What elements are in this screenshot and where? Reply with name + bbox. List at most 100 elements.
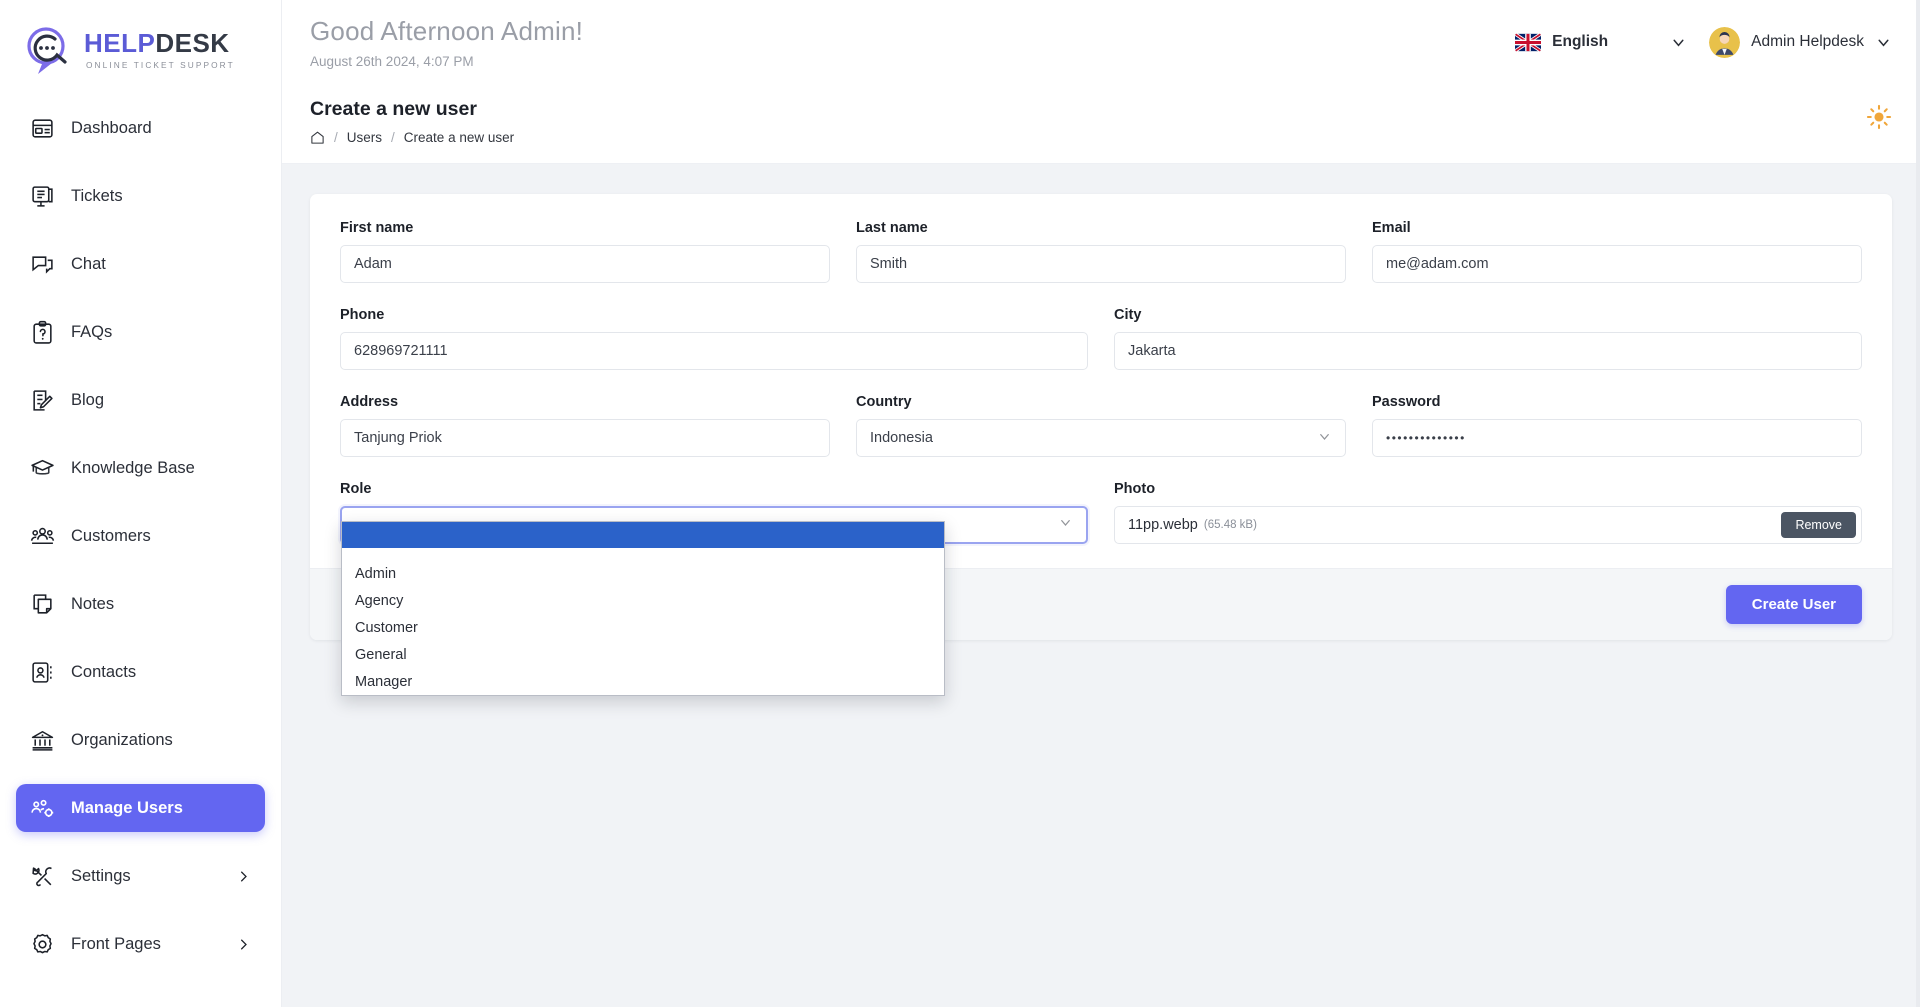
role-menu-spacer bbox=[342, 548, 944, 560]
field-country: Country Indonesia bbox=[856, 394, 1346, 457]
first-name-input[interactable] bbox=[340, 245, 830, 283]
create-user-button[interactable]: Create User bbox=[1725, 585, 1862, 624]
sidebar-item-label: Knowledge Base bbox=[71, 458, 195, 477]
sidebar-item-faqs[interactable]: FAQs bbox=[16, 308, 265, 356]
page-scrollbar[interactable] bbox=[1916, 0, 1920, 1007]
sidebar-item-manage-users[interactable]: Manage Users bbox=[16, 784, 265, 832]
role-option-admin[interactable]: Admin bbox=[342, 560, 944, 587]
theme-toggle-sun-icon[interactable] bbox=[1866, 98, 1892, 130]
users-cog-icon bbox=[30, 796, 55, 821]
role-option-general[interactable]: General bbox=[342, 641, 944, 668]
role-options-dropdown[interactable]: Admin Agency Customer General Manager bbox=[341, 521, 945, 696]
note-pencil-icon bbox=[30, 388, 55, 413]
sidebar-item-blog[interactable]: Blog bbox=[16, 376, 265, 424]
tools-icon bbox=[30, 864, 55, 889]
language-selector[interactable]: English bbox=[1515, 32, 1609, 52]
address-label: Address bbox=[340, 394, 399, 410]
last-name-label: Last name bbox=[856, 220, 928, 236]
helpdesk-logo-icon bbox=[22, 24, 74, 76]
sidebar-item-label: Tickets bbox=[71, 186, 123, 205]
sidebar-item-dashboard[interactable]: Dashboard bbox=[16, 104, 265, 152]
user-name-label: Admin Helpdesk bbox=[1751, 33, 1864, 50]
password-label: Password bbox=[1372, 394, 1441, 410]
field-password: Password •••••••••••••• bbox=[1372, 394, 1862, 457]
form-row-4: Role Admin Agency Customer General Manag… bbox=[340, 481, 1862, 696]
sidebar-item-label: Chat bbox=[71, 254, 106, 273]
breadcrumb-item-users[interactable]: Users bbox=[347, 130, 382, 145]
brand-tagline: ONLINE TICKET SUPPORT bbox=[86, 60, 235, 71]
sidebar-nav: Dashboard Tickets Chat FAQs Blog Knowled… bbox=[0, 100, 281, 1007]
breadcrumb: / Users / Create a new user bbox=[310, 130, 514, 145]
sidebar-item-label: Dashboard bbox=[71, 118, 152, 137]
photo-file-row: 11pp.webp (65.48 kB) Remove bbox=[1114, 506, 1862, 544]
role-option-blank[interactable] bbox=[342, 522, 944, 548]
first-name-label: First name bbox=[340, 220, 414, 236]
sidebar-item-label: Settings bbox=[71, 866, 131, 885]
sidebar: HELPDESK ONLINE TICKET SUPPORT Dashboard bbox=[0, 0, 282, 1007]
role-option-manager[interactable]: Manager bbox=[342, 668, 944, 695]
email-input[interactable] bbox=[1372, 245, 1862, 283]
city-input[interactable] bbox=[1114, 332, 1862, 370]
greeting-text: Good Afternoon Admin! bbox=[310, 15, 584, 46]
home-icon[interactable] bbox=[310, 130, 325, 145]
city-label: City bbox=[1114, 307, 1142, 323]
password-masked-value: •••••••••••••• bbox=[1386, 431, 1466, 445]
sidebar-item-customers[interactable]: Customers bbox=[16, 512, 265, 560]
phone-label: Phone bbox=[340, 307, 385, 323]
sidebar-item-contacts[interactable]: Contacts bbox=[16, 648, 265, 696]
dashboard-icon bbox=[30, 116, 55, 141]
brand-logo[interactable]: HELPDESK ONLINE TICKET SUPPORT bbox=[0, 0, 281, 100]
brand-name-help: HELP bbox=[84, 28, 156, 59]
sidebar-item-notes[interactable]: Notes bbox=[16, 580, 265, 628]
sidebar-item-organizations[interactable]: Organizations bbox=[16, 716, 265, 764]
sidebar-item-tickets[interactable]: Tickets bbox=[16, 172, 265, 220]
ticket-monitor-icon bbox=[30, 184, 55, 209]
uk-flag-icon bbox=[1515, 32, 1542, 52]
chevron-down-icon bbox=[1058, 515, 1073, 535]
form-row-2: Phone City bbox=[340, 307, 1862, 370]
contact-book-icon bbox=[30, 660, 55, 685]
sidebar-item-label: Manage Users bbox=[71, 798, 183, 817]
photo-label: Photo bbox=[1114, 481, 1156, 497]
sidebar-item-label: FAQs bbox=[71, 322, 113, 341]
phone-input[interactable] bbox=[340, 332, 1088, 370]
email-label: Email bbox=[1372, 220, 1411, 236]
bank-icon bbox=[30, 728, 55, 753]
user-menu[interactable]: Admin Helpdesk bbox=[1709, 26, 1892, 58]
language-label: English bbox=[1552, 33, 1609, 50]
breadcrumb-separator: / bbox=[334, 130, 338, 145]
form-row-1: First name Last name Email bbox=[340, 220, 1862, 283]
role-label: Role bbox=[340, 481, 372, 497]
remove-photo-button[interactable]: Remove bbox=[1781, 512, 1856, 538]
main-area: Good Afternoon Admin! August 26th 2024, … bbox=[282, 0, 1920, 1007]
password-input[interactable]: •••••••••••••• bbox=[1372, 419, 1862, 457]
sidebar-item-knowledge-base[interactable]: Knowledge Base bbox=[16, 444, 265, 492]
chevron-right-icon bbox=[236, 937, 251, 952]
sidebar-item-label: Blog bbox=[71, 390, 105, 409]
breadcrumb-separator: / bbox=[391, 130, 395, 145]
user-chevron-down-icon[interactable] bbox=[1875, 34, 1892, 51]
language-chevron-down-icon[interactable] bbox=[1670, 34, 1687, 51]
topbar: Good Afternoon Admin! August 26th 2024, … bbox=[282, 0, 1920, 84]
field-email: Email bbox=[1372, 220, 1862, 283]
brand-name-desk: DESK bbox=[155, 28, 230, 59]
sidebar-item-label: Contacts bbox=[71, 662, 137, 681]
country-select[interactable]: Indonesia bbox=[856, 419, 1346, 457]
field-last-name: Last name bbox=[856, 220, 1346, 283]
topbar-right: English Admin Helpdesk bbox=[1515, 26, 1892, 58]
field-address: Address bbox=[340, 394, 830, 457]
sidebar-item-label: Front Pages bbox=[71, 934, 161, 953]
sidebar-item-label: Customers bbox=[71, 526, 151, 545]
sidebar-item-chat[interactable]: Chat bbox=[16, 240, 265, 288]
greeting-datetime: August 26th 2024, 4:07 PM bbox=[310, 53, 474, 69]
chat-bubbles-icon bbox=[30, 252, 55, 277]
sidebar-item-front-pages[interactable]: Front Pages bbox=[16, 920, 265, 968]
role-option-customer[interactable]: Customer bbox=[342, 614, 944, 641]
sidebar-item-settings[interactable]: Settings bbox=[16, 852, 265, 900]
last-name-input[interactable] bbox=[856, 245, 1346, 283]
country-selected-value: Indonesia bbox=[870, 430, 933, 446]
photo-file-size: (65.48 kB) bbox=[1203, 519, 1257, 531]
gear-icon bbox=[30, 932, 55, 957]
address-input[interactable] bbox=[340, 419, 830, 457]
role-option-agency[interactable]: Agency bbox=[342, 587, 944, 614]
